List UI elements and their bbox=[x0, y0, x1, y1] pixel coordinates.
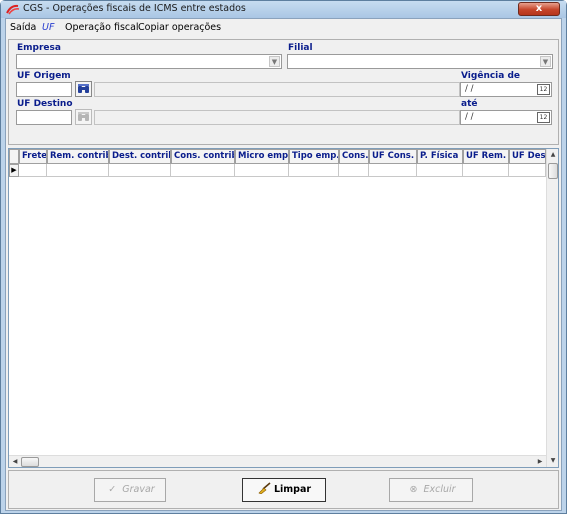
uf-destino-description bbox=[94, 110, 460, 125]
app-window: CGS - Operações fiscais de ICMS entre es… bbox=[0, 0, 567, 514]
table-row[interactable]: ▶ bbox=[9, 164, 546, 177]
menu-operacao-fiscal[interactable]: Operação fiscal bbox=[65, 22, 139, 33]
chevron-down-icon[interactable]: ▼ bbox=[540, 56, 551, 67]
horizontal-scrollbar[interactable]: ◀ ▶ bbox=[9, 455, 546, 467]
action-bar: ✓ Gravar Limpar ⊗ Excluir bbox=[8, 470, 559, 509]
filial-select[interactable]: ▼ bbox=[287, 54, 553, 69]
calendar-icon[interactable]: 12 bbox=[537, 84, 550, 95]
scroll-up-icon[interactable]: ▲ bbox=[547, 149, 559, 161]
checkmark-icon: ✓ bbox=[108, 484, 117, 495]
column-header[interactable]: Frete bbox=[19, 149, 47, 164]
uf-origem-description bbox=[94, 82, 460, 97]
menu-uf[interactable]: UF bbox=[42, 22, 54, 33]
column-header[interactable]: Rem. contrib. bbox=[47, 149, 109, 164]
vigencia-de-value: / / bbox=[465, 84, 474, 94]
gravar-button[interactable]: ✓ Gravar bbox=[94, 478, 166, 502]
limpar-button[interactable]: Limpar bbox=[242, 478, 326, 502]
table-cell[interactable] bbox=[509, 164, 546, 177]
empresa-select[interactable]: ▼ bbox=[16, 54, 282, 69]
excluir-label: Excluir bbox=[423, 484, 456, 495]
column-header[interactable]: UF Des bbox=[509, 149, 546, 164]
scroll-right-icon[interactable]: ▶ bbox=[534, 456, 546, 468]
grid-corner bbox=[9, 149, 19, 164]
binoculars-search-icon[interactable] bbox=[75, 81, 92, 97]
table-cell[interactable] bbox=[339, 164, 369, 177]
vigencia-de-label: Vigência de bbox=[461, 71, 521, 81]
table-cell[interactable] bbox=[417, 164, 463, 177]
column-header[interactable]: Dest. contrib. bbox=[109, 149, 171, 164]
table-cell[interactable] bbox=[171, 164, 235, 177]
column-header[interactable]: UF Cons. bbox=[369, 149, 417, 164]
uf-origem-input[interactable] bbox=[16, 82, 72, 97]
filter-panel: Empresa ▼ Filial ▼ UF Origem Vigência de… bbox=[8, 39, 559, 145]
broom-icon bbox=[258, 482, 271, 494]
table-cell[interactable] bbox=[463, 164, 509, 177]
scroll-thumb[interactable] bbox=[21, 457, 39, 467]
row-indicator-icon: ▶ bbox=[9, 164, 19, 177]
ate-label: até bbox=[461, 99, 478, 109]
ate-input[interactable]: / / 12 bbox=[460, 110, 552, 125]
column-header[interactable]: Cons. contrib. bbox=[171, 149, 235, 164]
scroll-left-icon[interactable]: ◀ bbox=[9, 456, 21, 468]
column-header[interactable]: UF Rem. bbox=[463, 149, 509, 164]
ate-value: / / bbox=[465, 112, 474, 122]
close-button[interactable]: x bbox=[518, 2, 560, 16]
vigencia-de-input[interactable]: / / 12 bbox=[460, 82, 552, 97]
table-cell[interactable] bbox=[19, 164, 47, 177]
column-header[interactable]: Cons. bbox=[339, 149, 369, 164]
column-header[interactable]: Micro emp. bbox=[235, 149, 289, 164]
gravar-label: Gravar bbox=[122, 484, 155, 495]
menu-saida[interactable]: Saída bbox=[10, 22, 36, 33]
column-header[interactable]: Tipo emp. bbox=[289, 149, 339, 164]
binoculars-search-icon[interactable] bbox=[75, 109, 92, 125]
scroll-thumb[interactable] bbox=[548, 163, 558, 179]
scroll-down-icon[interactable]: ▼ bbox=[547, 455, 559, 467]
uf-origem-label: UF Origem bbox=[17, 71, 71, 81]
limpar-label: Limpar bbox=[273, 484, 312, 495]
uf-destino-label: UF Destino bbox=[17, 99, 73, 109]
menu-bar: Saída UF Operação fiscal Copiar operaçõe… bbox=[6, 19, 561, 37]
operations-grid[interactable]: Frete Rem. contrib. Dest. contrib. Cons.… bbox=[8, 148, 559, 468]
app-logo-icon bbox=[6, 4, 20, 15]
delete-icon: ⊗ bbox=[409, 484, 418, 495]
grid-header: Frete Rem. contrib. Dest. contrib. Cons.… bbox=[9, 149, 546, 164]
uf-destino-input[interactable] bbox=[16, 110, 72, 125]
calendar-icon[interactable]: 12 bbox=[537, 112, 550, 123]
empresa-label: Empresa bbox=[17, 43, 61, 53]
window-title: CGS - Operações fiscais de ICMS entre es… bbox=[23, 3, 246, 14]
table-cell[interactable] bbox=[47, 164, 109, 177]
column-header[interactable]: P. Física bbox=[417, 149, 463, 164]
menu-copiar-operacoes[interactable]: Copiar operações bbox=[138, 22, 221, 33]
excluir-button[interactable]: ⊗ Excluir bbox=[389, 478, 473, 502]
vertical-scrollbar[interactable]: ▲ ▼ bbox=[546, 149, 558, 467]
table-cell[interactable] bbox=[369, 164, 417, 177]
title-bar[interactable]: CGS - Operações fiscais de ICMS entre es… bbox=[1, 1, 566, 18]
table-cell[interactable] bbox=[289, 164, 339, 177]
table-cell[interactable] bbox=[109, 164, 171, 177]
chevron-down-icon[interactable]: ▼ bbox=[269, 56, 280, 67]
filial-label: Filial bbox=[288, 43, 313, 53]
table-cell[interactable] bbox=[235, 164, 289, 177]
client-area: Saída UF Operação fiscal Copiar operaçõe… bbox=[5, 18, 562, 511]
